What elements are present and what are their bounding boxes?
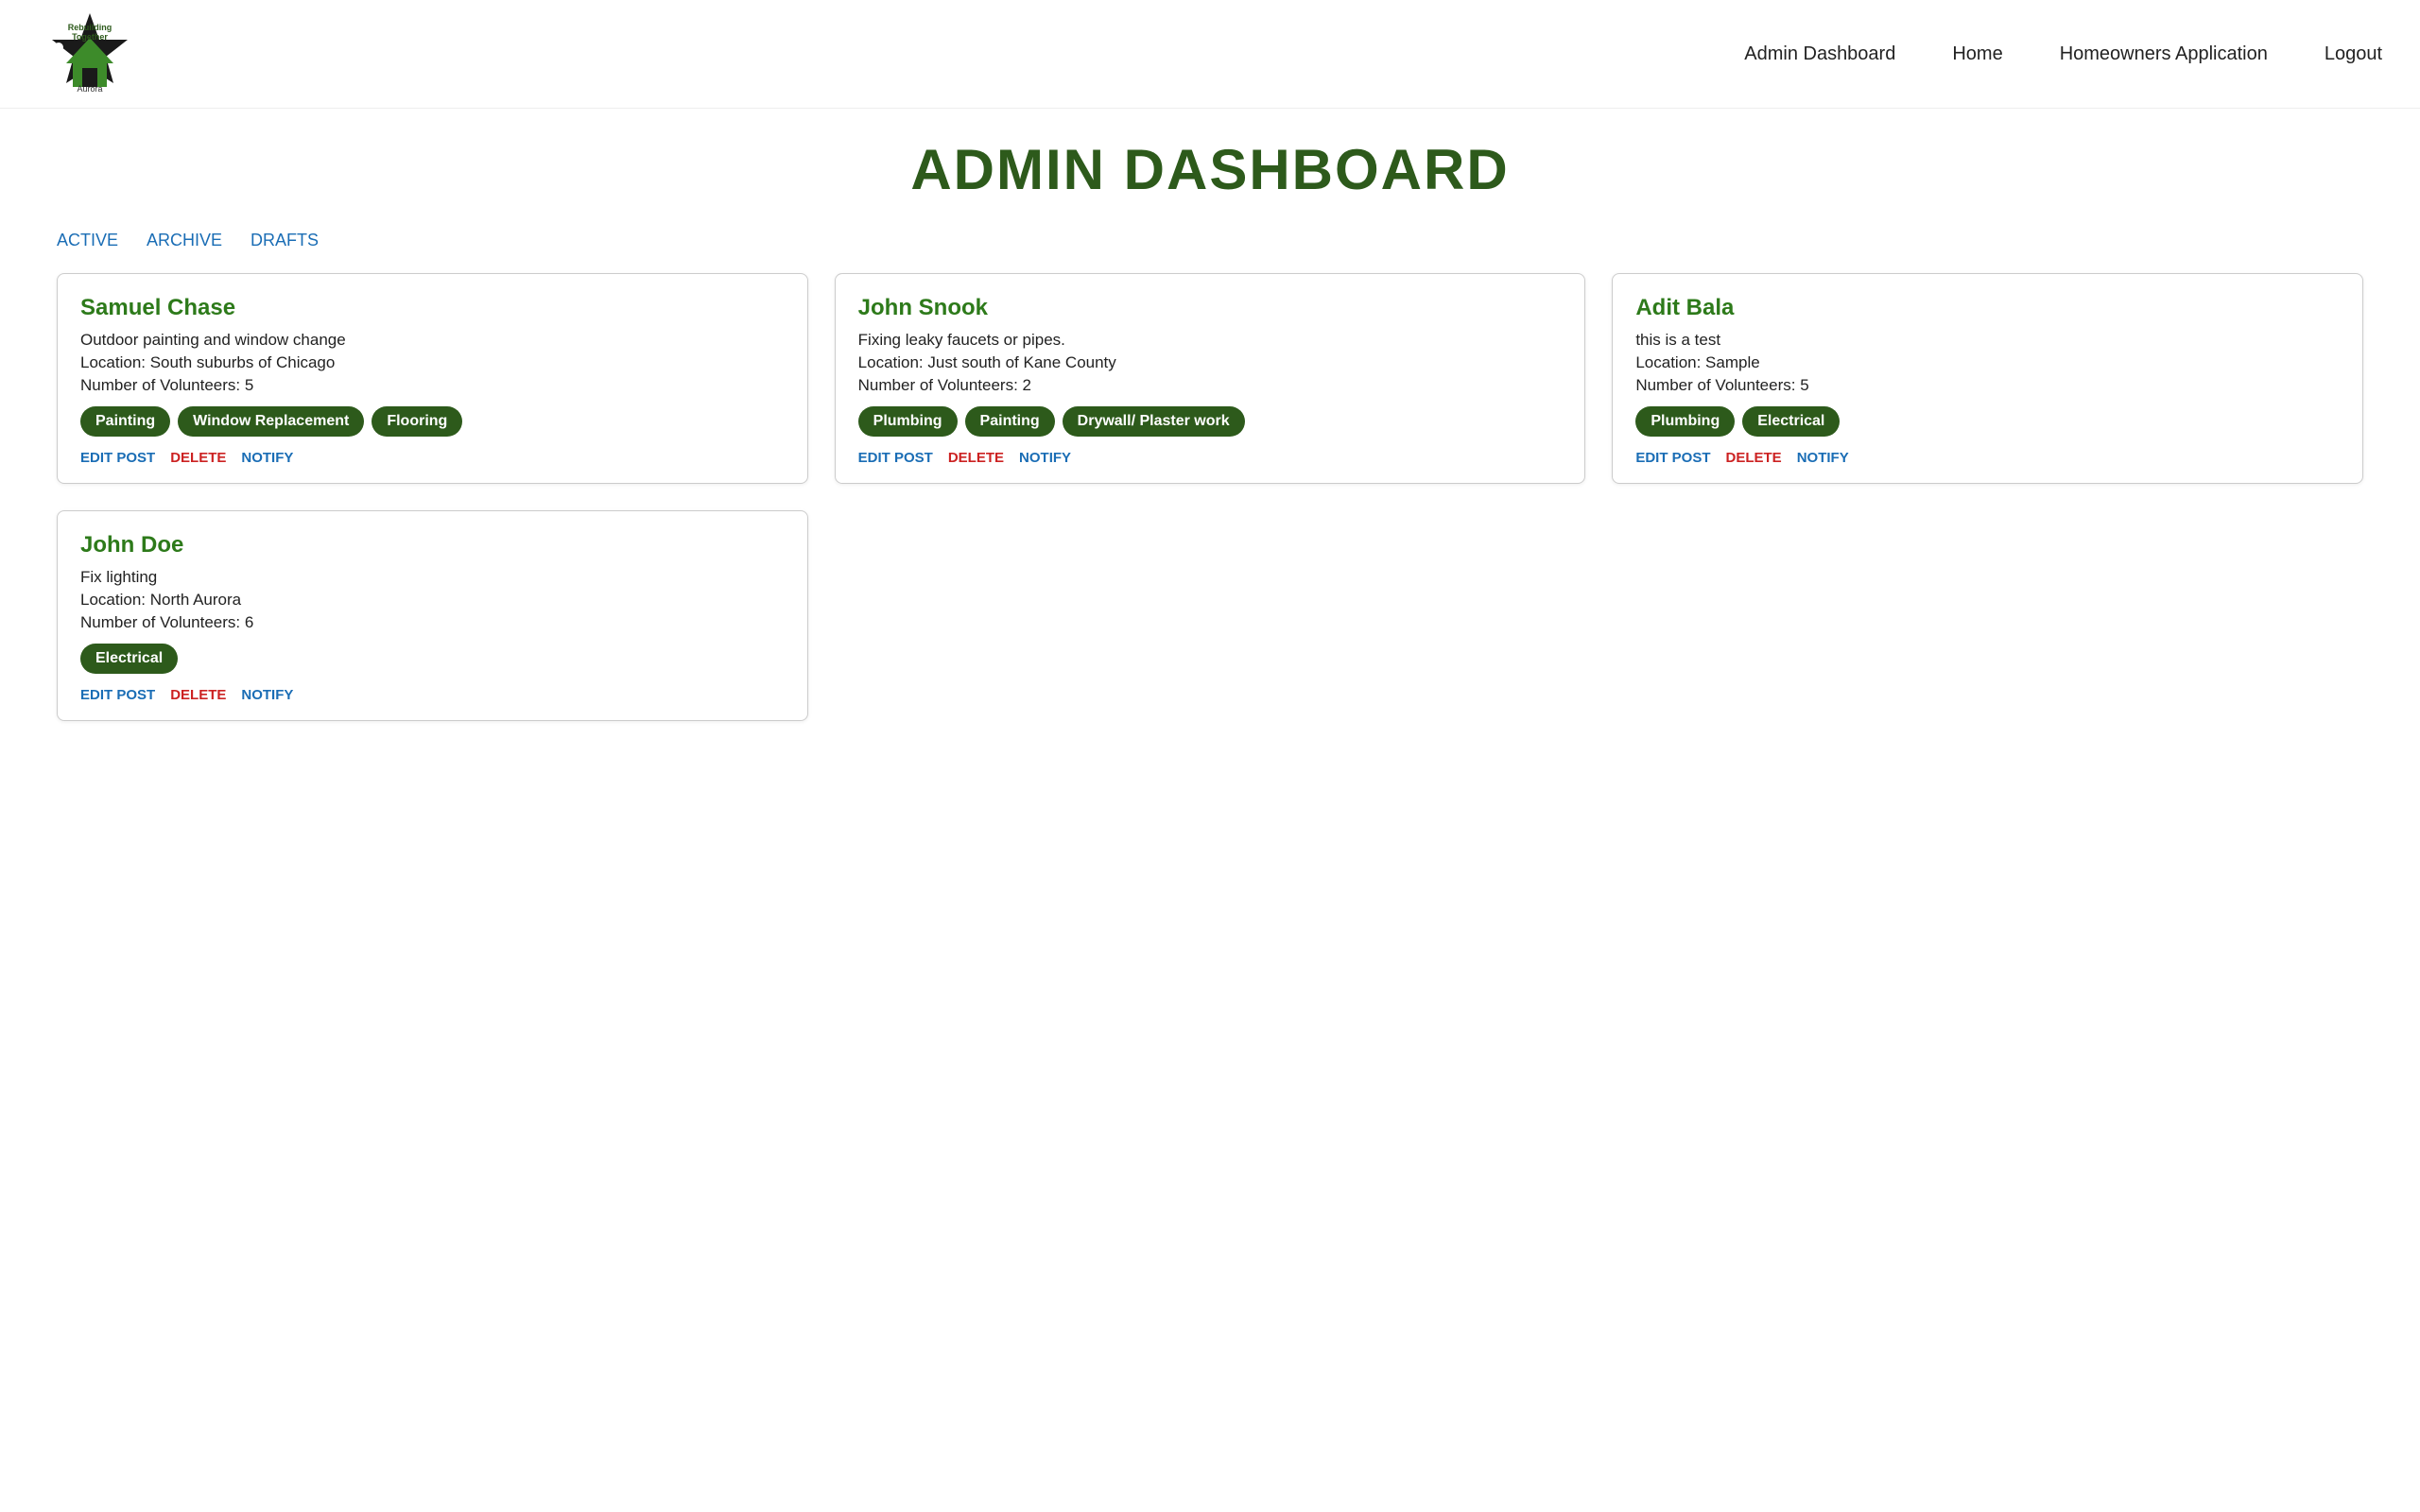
- edit-adit-bala[interactable]: EDIT POST: [1635, 450, 1710, 466]
- tag-drywall-2: Drywall/ Plaster work: [1063, 406, 1245, 437]
- tab-active[interactable]: ACTIVE: [57, 231, 118, 250]
- card-john-doe: John Doe Fix lighting Location: North Au…: [57, 510, 808, 721]
- delete-john-doe[interactable]: DELETE: [170, 687, 226, 703]
- tab-drafts[interactable]: DRAFTS: [251, 231, 319, 250]
- logo: Rebuilding Together Aurora: [38, 11, 142, 96]
- tag-flooring-1: Flooring: [372, 406, 462, 437]
- card-samuel-chase: Samuel Chase Outdoor painting and window…: [57, 273, 808, 484]
- tab-archive[interactable]: ARCHIVE: [147, 231, 222, 250]
- card-actions-john-snook: EDIT POST DELETE NOTIFY: [858, 450, 1563, 466]
- card-volunteers-john-snook: Number of Volunteers: 2: [858, 376, 1563, 395]
- edit-john-doe[interactable]: EDIT POST: [80, 687, 155, 703]
- delete-samuel-chase[interactable]: DELETE: [170, 450, 226, 466]
- nav-links: Admin Dashboard Home Homeowners Applicat…: [1744, 43, 2382, 65]
- card-desc-samuel-chase: Outdoor painting and window change: [80, 331, 785, 350]
- edit-john-snook[interactable]: EDIT POST: [858, 450, 933, 466]
- edit-samuel-chase[interactable]: EDIT POST: [80, 450, 155, 466]
- nav-home[interactable]: Home: [1952, 43, 2002, 65]
- notify-john-doe[interactable]: NOTIFY: [241, 687, 293, 703]
- tabs-bar: ACTIVE ARCHIVE DRAFTS: [57, 231, 2363, 250]
- card-volunteers-john-doe: Number of Volunteers: 6: [80, 613, 785, 632]
- logo-image: Rebuilding Together Aurora: [38, 11, 142, 96]
- card-desc-john-doe: Fix lighting: [80, 568, 785, 587]
- notify-samuel-chase[interactable]: NOTIFY: [241, 450, 293, 466]
- main-content: ADMIN DASHBOARD ACTIVE ARCHIVE DRAFTS Sa…: [0, 109, 2420, 749]
- card-name-john-snook: John Snook: [858, 295, 1563, 321]
- svg-text:Rebuilding: Rebuilding: [68, 23, 112, 32]
- cards-row-1: Samuel Chase Outdoor painting and window…: [57, 273, 2363, 484]
- tag-electrical-4: Electrical: [80, 644, 178, 674]
- page-title: ADMIN DASHBOARD: [57, 137, 2363, 202]
- card-desc-adit-bala: this is a test: [1635, 331, 2340, 350]
- card-john-snook: John Snook Fixing leaky faucets or pipes…: [835, 273, 1586, 484]
- card-actions-john-doe: EDIT POST DELETE NOTIFY: [80, 687, 785, 703]
- navbar: Rebuilding Together Aurora Admin Dashboa…: [0, 0, 2420, 109]
- card-desc-john-snook: Fixing leaky faucets or pipes.: [858, 331, 1563, 350]
- card-location-samuel-chase: Location: South suburbs of Chicago: [80, 353, 785, 372]
- card-tags-adit-bala: Plumbing Electrical: [1635, 406, 2340, 437]
- tag-window-replacement-1: Window Replacement: [178, 406, 364, 437]
- card-tags-samuel-chase: Painting Window Replacement Flooring: [80, 406, 785, 437]
- card-name-adit-bala: Adit Bala: [1635, 295, 2340, 321]
- tag-plumbing-2: Plumbing: [858, 406, 958, 437]
- card-location-john-doe: Location: North Aurora: [80, 591, 785, 610]
- card-location-adit-bala: Location: Sample: [1635, 353, 2340, 372]
- nav-homeowners-application[interactable]: Homeowners Application: [2060, 43, 2268, 65]
- notify-john-snook[interactable]: NOTIFY: [1019, 450, 1071, 466]
- card-tags-john-snook: Plumbing Painting Drywall/ Plaster work: [858, 406, 1563, 437]
- nav-admin-dashboard[interactable]: Admin Dashboard: [1744, 43, 1895, 65]
- card-adit-bala: Adit Bala this is a test Location: Sampl…: [1612, 273, 2363, 484]
- card-name-samuel-chase: Samuel Chase: [80, 295, 785, 321]
- tag-plumbing-3: Plumbing: [1635, 406, 1735, 437]
- card-volunteers-adit-bala: Number of Volunteers: 5: [1635, 376, 2340, 395]
- svg-text:Together: Together: [72, 32, 108, 42]
- card-volunteers-samuel-chase: Number of Volunteers: 5: [80, 376, 785, 395]
- card-location-john-snook: Location: Just south of Kane County: [858, 353, 1563, 372]
- delete-adit-bala[interactable]: DELETE: [1726, 450, 1782, 466]
- notify-adit-bala[interactable]: NOTIFY: [1797, 450, 1849, 466]
- tag-painting-2: Painting: [965, 406, 1055, 437]
- nav-logout[interactable]: Logout: [2325, 43, 2382, 65]
- tag-electrical-3: Electrical: [1742, 406, 1840, 437]
- tag-painting-1: Painting: [80, 406, 170, 437]
- svg-text:Aurora: Aurora: [77, 84, 102, 94]
- cards-row-2: John Doe Fix lighting Location: North Au…: [57, 510, 2363, 721]
- card-tags-john-doe: Electrical: [80, 644, 785, 674]
- card-name-john-doe: John Doe: [80, 532, 785, 558]
- card-actions-adit-bala: EDIT POST DELETE NOTIFY: [1635, 450, 2340, 466]
- card-actions-samuel-chase: EDIT POST DELETE NOTIFY: [80, 450, 785, 466]
- delete-john-snook[interactable]: DELETE: [948, 450, 1004, 466]
